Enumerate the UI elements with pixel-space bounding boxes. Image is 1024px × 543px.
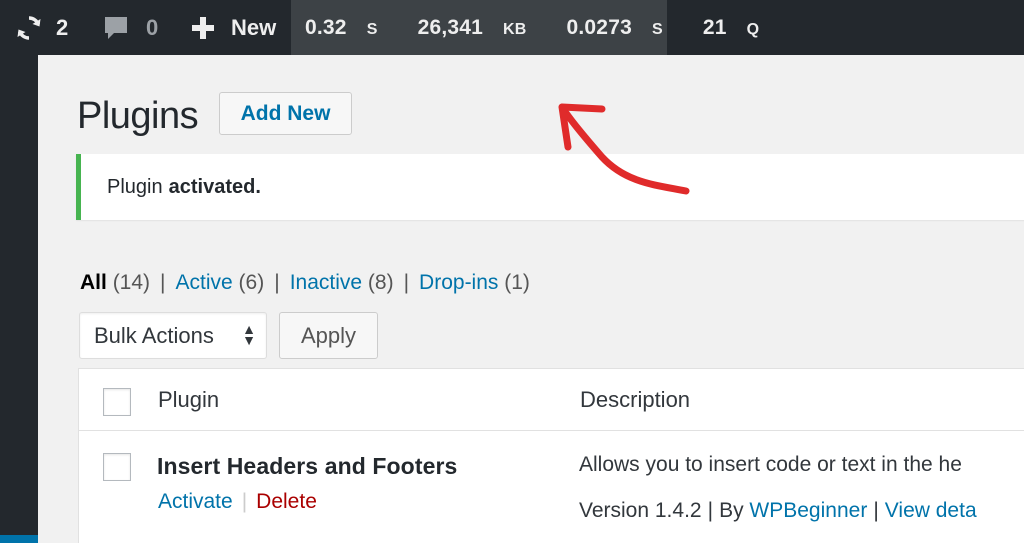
annotation-arrow-icon: [558, 103, 690, 195]
filter-inactive-count: (8): [367, 271, 394, 294]
row-checkbox[interactable]: [103, 453, 131, 481]
plus-icon: [192, 16, 214, 39]
memory-unit: KB: [503, 20, 527, 38]
new-label: New: [231, 14, 277, 40]
bulk-actions-value: Bulk Actions: [94, 322, 214, 348]
query-count-unit: Q: [746, 20, 760, 38]
column-description: Description: [580, 387, 691, 412]
add-new-button[interactable]: Add New: [219, 92, 352, 135]
admin-bar: 2 0 New 0.32 S 26,341 KB 0.0273 S 21 Q: [0, 0, 1024, 55]
view-details-link[interactable]: View deta: [885, 499, 977, 522]
filter-dropins-count: (1): [504, 271, 530, 294]
filter-dropins-label: Drop-ins: [419, 271, 499, 294]
filter-all-label: All: [80, 271, 107, 294]
plugin-name: Insert Headers and Footers: [157, 453, 458, 479]
filter-active-label: Active: [175, 271, 233, 294]
memory-value: 26,341: [417, 15, 483, 39]
db-time-unit: S: [651, 20, 663, 38]
page-title: Plugins: [77, 95, 199, 137]
filter-separator: |: [160, 271, 166, 294]
filter-active[interactable]: Active (6): [176, 271, 265, 295]
bulk-actions-select[interactable]: Bulk Actions ▲ ▼: [79, 312, 267, 359]
plugin-status-filters: All (14) | Active (6) | Inactive (8) | D…: [80, 271, 540, 295]
admin-sidebar: [0, 55, 38, 543]
column-plugin: Plugin: [158, 387, 220, 412]
filter-separator: |: [403, 271, 410, 294]
row-actions: Activate | Delete: [158, 490, 317, 514]
filter-all-count: (14): [112, 271, 151, 294]
query-monitor-stats[interactable]: 0.32 S 26,341 KB 0.0273 S 21 Q: [291, 0, 759, 55]
meta-separator: |: [873, 499, 879, 522]
select-all-checkbox[interactable]: [103, 388, 131, 416]
apply-button[interactable]: Apply: [279, 312, 378, 359]
comments-count: 0: [146, 14, 159, 40]
plugins-table: Plugin Description Insert Headers and Fo…: [78, 368, 1024, 543]
plugin-meta: Version 1.4.2 | By WPBeginner | View deta: [579, 499, 977, 523]
action-separator: |: [241, 490, 248, 513]
delete-link[interactable]: Delete: [256, 490, 317, 514]
plugin-description: Allows you to insert code or text in the…: [579, 453, 962, 476]
filter-all[interactable]: All (14): [80, 271, 150, 295]
plugin-version: Version 1.4.2: [579, 499, 702, 522]
comment-icon: [105, 16, 127, 39]
updates-count: 2: [56, 14, 69, 40]
memory-usage: 26,341 KB: [418, 16, 547, 40]
page-time: 0.32 S: [305, 16, 398, 40]
sidebar-active-indicator: [0, 535, 38, 543]
query-count-value: 21: [702, 15, 727, 39]
meta-separator: |: [707, 499, 714, 522]
new-content-menu[interactable]: New: [190, 0, 276, 55]
author-link[interactable]: WPBeginner: [749, 499, 867, 522]
query-count: 21 Q: [703, 16, 779, 40]
filter-dropins[interactable]: Drop-ins (1): [419, 271, 530, 295]
main-content: Plugins Add New Plugin activated. All (1…: [38, 55, 1024, 543]
by-label: By: [719, 499, 744, 522]
notice-bold-text: activated.: [168, 175, 261, 198]
filter-inactive[interactable]: Inactive (8): [290, 271, 394, 295]
table-header: Plugin Description: [79, 369, 1024, 431]
page-time-value: 0.32: [305, 15, 347, 39]
db-time-value: 0.0273: [566, 15, 632, 39]
comments-menu[interactable]: 0: [102, 0, 158, 55]
notice-text: Plugin: [107, 175, 163, 198]
refresh-icon: [17, 15, 41, 40]
db-time: 0.0273 S: [567, 16, 683, 40]
filter-active-count: (6): [238, 271, 265, 294]
page-time-unit: S: [366, 20, 378, 38]
filter-separator: |: [274, 271, 280, 294]
activate-link[interactable]: Activate: [158, 490, 233, 514]
filter-inactive-label: Inactive: [289, 271, 363, 294]
sort-arrows-icon: ▲ ▼: [242, 321, 256, 348]
updates-menu[interactable]: 2: [14, 0, 68, 55]
